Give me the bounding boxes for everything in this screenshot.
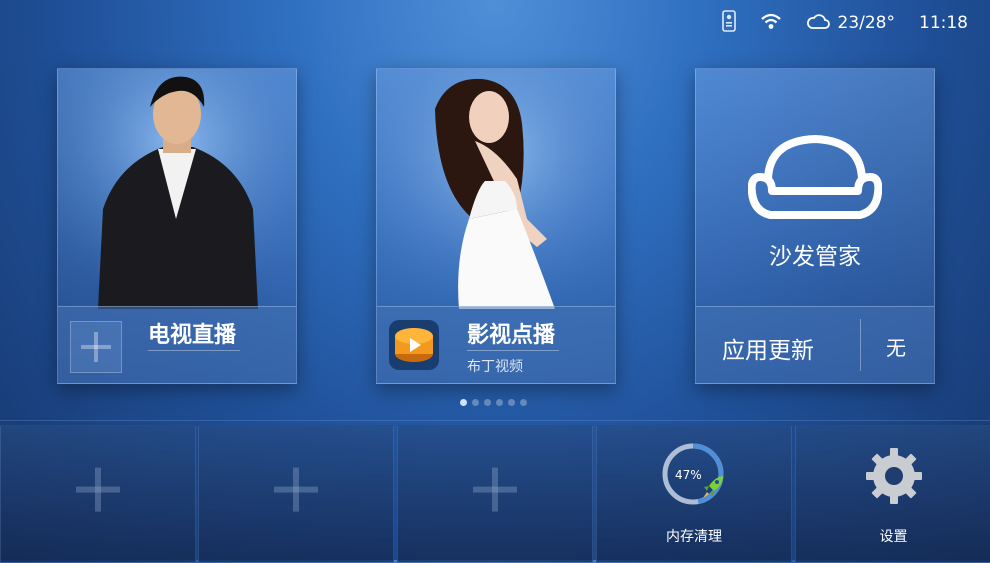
page-dot <box>508 399 515 406</box>
empty-shortcut-slot[interactable] <box>0 425 196 563</box>
memory-cleanup-button[interactable]: 47% 内存清理 <box>596 425 792 563</box>
gear-icon <box>864 446 924 510</box>
empty-shortcut-slot[interactable] <box>397 425 593 563</box>
page-dot <box>520 399 527 406</box>
sofa-icon <box>747 131 883 231</box>
empty-shortcut-slot[interactable] <box>198 425 394 563</box>
video-on-demand-tile[interactable]: 影视点播 布丁视频 <box>376 68 616 384</box>
memory-cleanup-label: 内存清理 <box>666 529 722 545</box>
plus-icon <box>76 467 120 512</box>
page-indicator <box>460 399 527 406</box>
cloud-icon <box>806 13 830 34</box>
settings-button[interactable]: 设置 <box>795 425 990 563</box>
temperature-text: 23/28° <box>837 13 896 33</box>
tv-live-tile[interactable]: 电视直播 <box>57 68 297 384</box>
pudding-video-icon <box>389 320 439 370</box>
page-dot <box>472 399 479 406</box>
sofa-butler-tile[interactable]: 沙发管家 应用更新 无 <box>695 68 935 384</box>
settings-label: 设置 <box>879 529 908 545</box>
remote-control-icon <box>721 9 736 37</box>
plus-icon <box>473 467 517 512</box>
page-dot <box>484 399 491 406</box>
shortcut-bar: 47% 内存清理 设置 <box>0 420 990 563</box>
actor-portrait <box>58 69 296 309</box>
page-dot <box>460 399 467 406</box>
tile-title-sofa: 沙发管家 <box>769 244 861 270</box>
add-channel-button[interactable] <box>70 321 122 373</box>
tile-subtitle-vod: 布丁视频 <box>467 359 523 375</box>
page-dot <box>496 399 503 406</box>
weather: 23/28° <box>806 13 896 34</box>
tile-title-vod: 影视点播 <box>467 323 556 348</box>
app-update-count: 无 <box>886 336 906 360</box>
clock-text: 11:18 <box>919 13 968 33</box>
memory-percent-text: 47% <box>675 468 702 482</box>
actress-portrait <box>377 69 615 309</box>
app-update-label: 应用更新 <box>722 338 814 364</box>
plus-icon <box>274 467 318 512</box>
tile-title-tv-live: 电视直播 <box>148 323 237 348</box>
rocket-icon <box>701 474 727 504</box>
status-bar: 23/28° 11:18 <box>721 9 968 37</box>
wifi-icon <box>760 12 782 35</box>
